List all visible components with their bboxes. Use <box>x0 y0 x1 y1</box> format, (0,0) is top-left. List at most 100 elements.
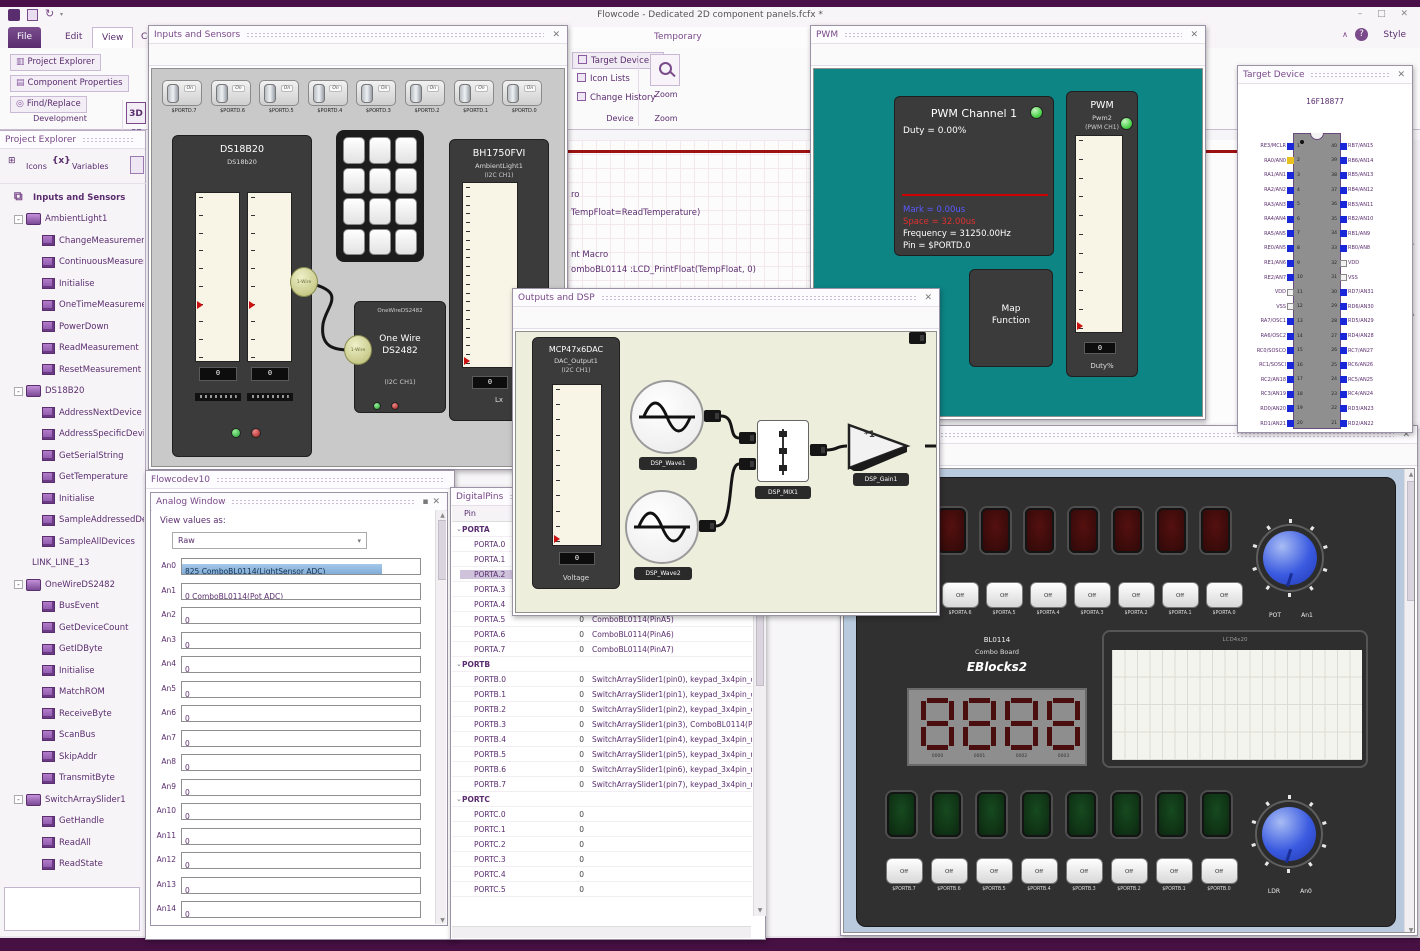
keypad-key[interactable] <box>395 137 417 164</box>
digital-pin-row[interactable]: ⌄PORTB.60SwitchArraySlider1(pin6), keypa… <box>452 762 752 777</box>
pin-state-indicator[interactable] <box>1287 376 1294 384</box>
digital-pin-row[interactable]: ⌄ PORTC <box>452 792 752 807</box>
pin-state-indicator[interactable] <box>1287 288 1294 296</box>
digital-pin-row[interactable]: ⌄PORTB.10SwitchArraySlider1(pin1), keypa… <box>452 687 752 702</box>
chip-pin[interactable]: 36 RB3/AN11 <box>1328 197 1410 212</box>
tree-item[interactable]: -Inputs and Sensors <box>2 187 144 209</box>
pin-state-indicator[interactable] <box>1287 186 1294 194</box>
switch-knob[interactable] <box>215 84 228 103</box>
chip-pin[interactable]: VSS 12 <box>1240 300 1306 315</box>
dsp-mixer-block[interactable] <box>757 420 809 482</box>
analog-value-box[interactable]: 0 <box>181 778 421 796</box>
pin-state-indicator[interactable] <box>1340 405 1347 413</box>
duty-gauge[interactable] <box>1075 135 1123 333</box>
chip-pin[interactable]: RA3/AN3 5 <box>1240 197 1306 212</box>
pin-state-indicator[interactable] <box>1340 230 1347 238</box>
pin-state-indicator[interactable] <box>1287 317 1294 325</box>
bus-connector-node[interactable]: 1-Wire <box>344 335 372 365</box>
pin-state-indicator[interactable] <box>1287 420 1294 428</box>
board-push-button[interactable]: Off <box>930 858 968 884</box>
toggle-switch[interactable]: On <box>307 80 348 106</box>
pin-state-indicator[interactable] <box>1287 332 1294 340</box>
clipped-toolbar-icon[interactable] <box>130 156 144 174</box>
chip-pin[interactable]: 31 VSS <box>1328 270 1410 285</box>
keypad-key[interactable] <box>343 167 365 194</box>
tree-item[interactable]: -GetTemperature <box>2 467 144 489</box>
analog-value-box[interactable]: 0 <box>181 827 421 845</box>
analog-value-box[interactable]: 0 <box>181 876 421 894</box>
tab-view[interactable]: View <box>92 27 134 48</box>
dsp-wave1-oscillator[interactable] <box>630 380 704 454</box>
keypad-key[interactable] <box>343 198 365 225</box>
switch-knob[interactable] <box>410 84 422 103</box>
switch-knob[interactable] <box>167 84 179 103</box>
pin-state-indicator[interactable] <box>1340 186 1347 194</box>
chip-pin[interactable]: RE0/AN5 8 <box>1240 241 1306 256</box>
analog-value-box[interactable]: 0 <box>181 852 421 869</box>
switch-knob[interactable] <box>264 84 277 103</box>
tree-expander-icon[interactable]: - <box>14 386 23 396</box>
gauge-pointer[interactable] <box>249 301 255 309</box>
icons-tab-icon[interactable]: ⊞ <box>8 156 16 166</box>
pin-state-indicator[interactable] <box>1287 244 1294 252</box>
digital-pin-row[interactable]: ⌄PORTC.20 <box>452 837 752 852</box>
pin-state-indicator[interactable] <box>1287 171 1294 179</box>
dsp-output-port[interactable] <box>810 444 827 456</box>
chip-pin[interactable]: RC1/SOSCI 16 <box>1240 358 1306 373</box>
analog-value-box[interactable]: 0 <box>181 901 421 918</box>
chip-pin[interactable]: RD0/AN20 19 <box>1240 402 1306 417</box>
tree-item[interactable]: -BusEvent <box>2 596 144 618</box>
board-push-button[interactable]: Off <box>1073 582 1111 608</box>
tree-item[interactable]: -GetDeviceCount <box>2 617 144 639</box>
chip-pin[interactable]: 38 RB5/AN13 <box>1328 168 1410 183</box>
board-scrollbar[interactable]: ▲ ▼ <box>1404 469 1414 932</box>
tree-item[interactable]: - OneWireDS2482 <box>2 574 144 596</box>
tree-item[interactable]: - AmbientLight1 <box>2 209 144 231</box>
tree-item[interactable]: -SampleAllDevices <box>2 531 144 553</box>
group-expander-icon[interactable]: ⌄ <box>452 525 462 533</box>
pin-state-indicator[interactable] <box>1340 332 1347 340</box>
icons-tab-label[interactable]: Icons <box>26 162 47 171</box>
chip-pin[interactable]: 40 RB7/AN15 <box>1328 139 1410 154</box>
pin-state-indicator[interactable] <box>1340 259 1347 267</box>
tree-expander-icon[interactable]: - <box>14 214 23 224</box>
digital-pin-row[interactable]: ⌄PORTB.40SwitchArraySlider1(pin4), keypa… <box>452 732 752 747</box>
tree-item[interactable]: -ReadMeasurement <box>2 338 144 360</box>
voltage-gauge[interactable] <box>552 384 602 546</box>
knob-ball[interactable] <box>1262 807 1316 861</box>
chip-pin[interactable]: RC3/AN19 18 <box>1240 387 1306 402</box>
board-push-button[interactable]: Off <box>1155 858 1193 884</box>
tree-item[interactable]: -ReadAll <box>2 832 144 854</box>
tree-item[interactable]: -GetSerialString <box>2 445 144 467</box>
analog-value-box[interactable]: 0 ComboBL0114(Pot ADC) <box>181 582 421 600</box>
map-function-panel[interactable]: Map Function <box>969 269 1053 367</box>
digital-pin-row[interactable]: ⌄PORTB.50SwitchArraySlider1(pin5), keypa… <box>452 747 752 762</box>
toggle-switch[interactable]: On <box>453 80 494 106</box>
tree-item[interactable]: -GetHandle <box>2 811 144 833</box>
pin-state-indicator[interactable] <box>1287 405 1294 413</box>
pin-state-indicator[interactable] <box>1340 420 1347 428</box>
chip-pin[interactable]: 25 RC6/AN26 <box>1328 358 1410 373</box>
tree-item[interactable]: -GetIDByte <box>2 639 144 661</box>
analog-value-box[interactable]: 0 <box>181 631 421 649</box>
gauge-pointer[interactable] <box>464 357 470 365</box>
toggle-switch[interactable]: On <box>259 80 300 106</box>
collapse-ribbon-icon[interactable]: ∧ <box>1342 30 1348 39</box>
window-titlebar[interactable]: PWM ✕ <box>811 26 1205 44</box>
dsp-output-port[interactable] <box>699 520 716 532</box>
keypad-key[interactable] <box>395 198 417 225</box>
chip-pin[interactable]: RC0/SOSCO 15 <box>1240 343 1306 358</box>
board-push-button[interactable]: Off <box>941 582 979 608</box>
tree-item[interactable]: -ResetMeasurement <box>2 359 144 381</box>
digital-pin-row[interactable]: ⌄PORTB.70SwitchArraySlider1(pin7), keypa… <box>452 777 752 792</box>
pin-state-indicator[interactable] <box>1340 361 1347 369</box>
ldr-knob[interactable] <box>1251 795 1327 872</box>
chip-pin[interactable]: 29 RD6/AN30 <box>1328 300 1410 315</box>
chip-pin[interactable]: 35 RB2/AN10 <box>1328 212 1410 227</box>
group-expander-icon[interactable]: ⌄ <box>452 660 462 668</box>
gauge-pointer[interactable] <box>197 301 203 309</box>
ribbon-button[interactable]: ◎ Find/Replace <box>10 96 87 113</box>
chip-pin[interactable]: RA5/AN5 7 <box>1240 227 1306 242</box>
chip-pin[interactable]: RD1/AN21 20 <box>1240 416 1306 430</box>
chip-pin[interactable]: 28 RD5/AN29 <box>1328 314 1410 329</box>
